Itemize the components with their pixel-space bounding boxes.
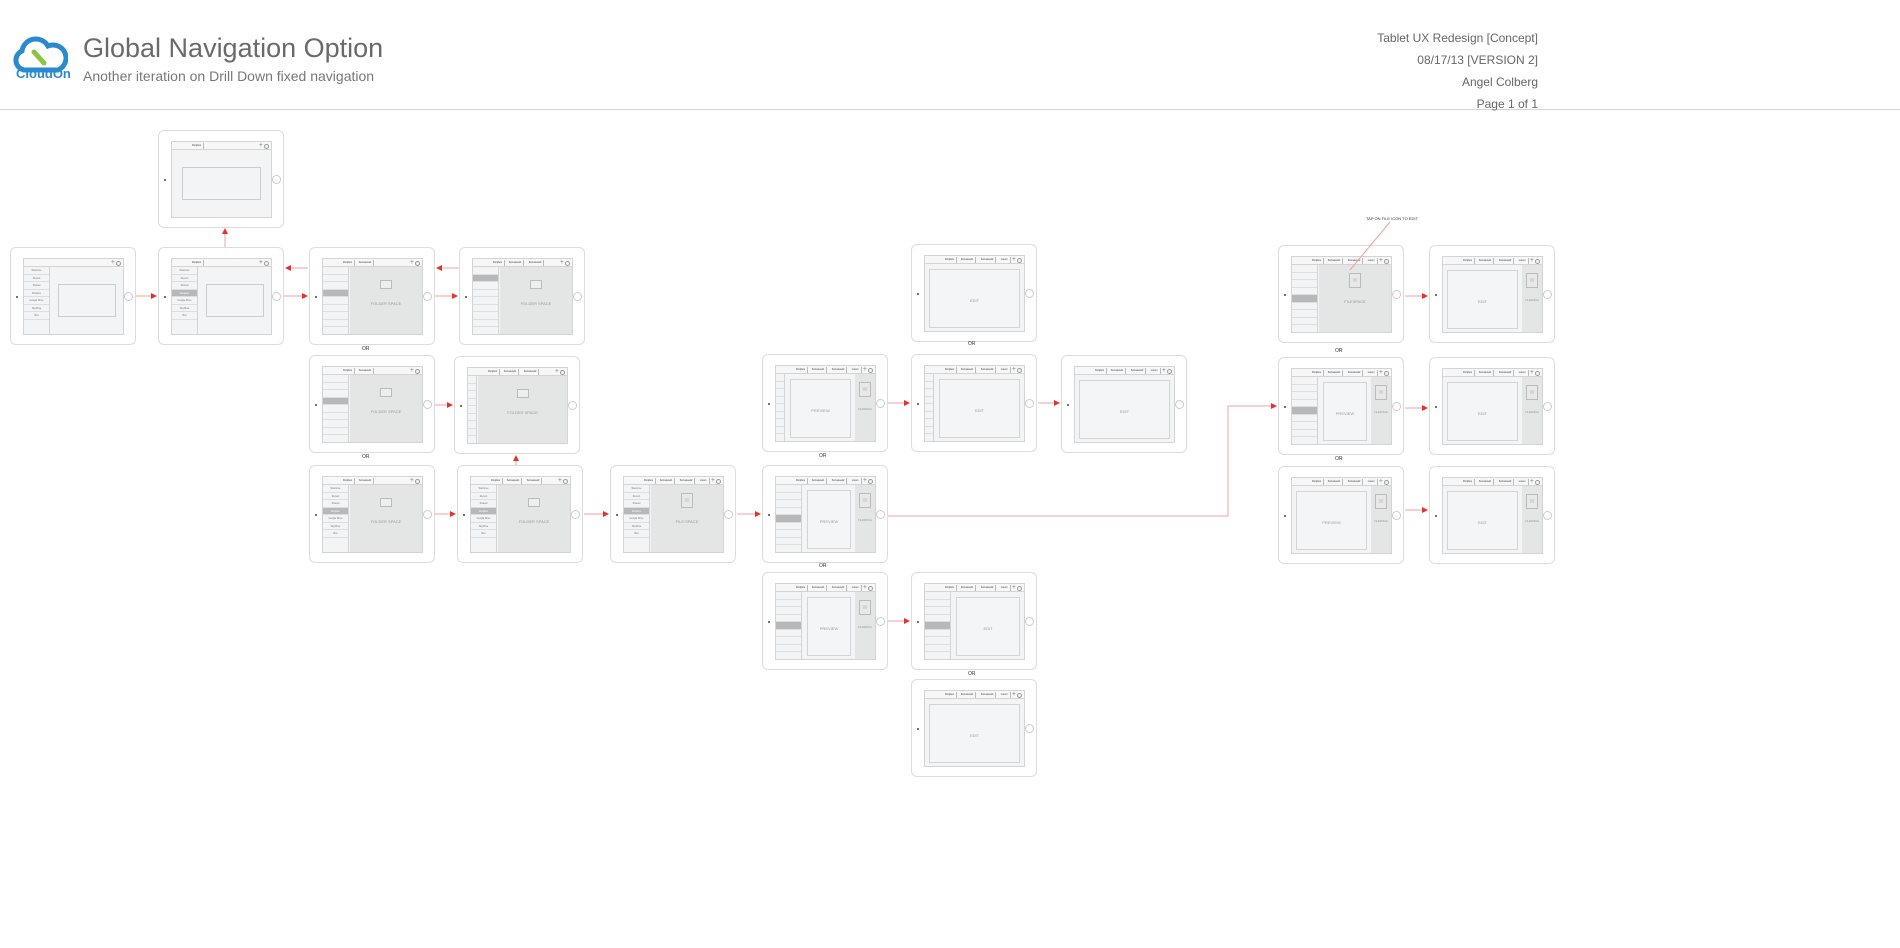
flow-arrows [136,221,1428,624]
annotation-leader-line [1349,221,1391,271]
flow-arrow [888,403,1277,517]
